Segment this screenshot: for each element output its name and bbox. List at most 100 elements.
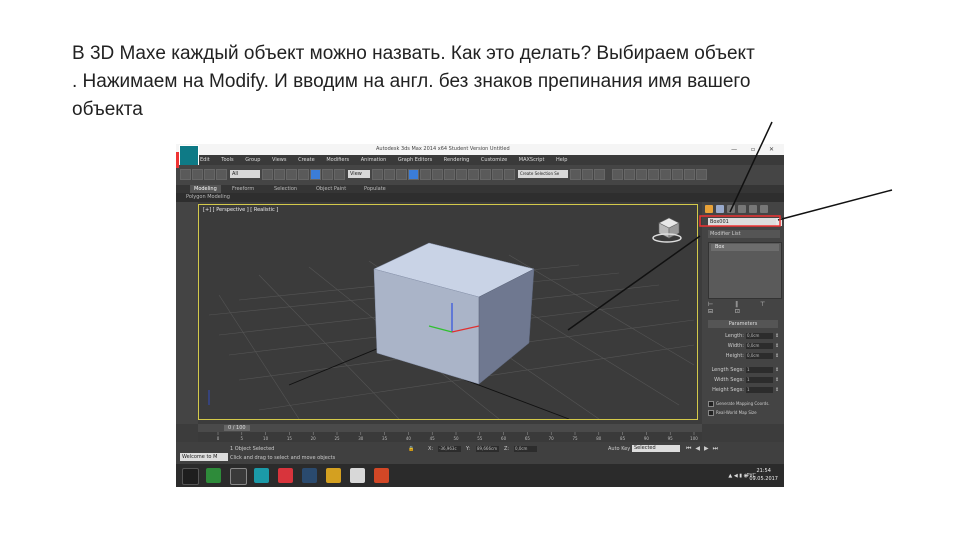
param-height-segs-input[interactable]: 1 [746, 387, 773, 393]
material-editor-icon[interactable] [570, 169, 581, 180]
menu-tools[interactable]: Tools [221, 157, 233, 163]
edit-named-sel-icon[interactable] [444, 169, 455, 180]
tab-modeling[interactable]: Modeling [190, 185, 221, 193]
stack-item-box[interactable]: Box [711, 244, 779, 251]
param-width-segs-input[interactable]: 1 [746, 377, 773, 383]
modifier-stack[interactable]: Box [708, 242, 782, 299]
rect-selection-icon[interactable] [286, 169, 297, 180]
param-length-input[interactable]: 0,0cm [746, 333, 773, 339]
menu-create[interactable]: Create [298, 157, 315, 163]
menu-views[interactable]: Views [272, 157, 286, 163]
powerpoint-icon[interactable] [374, 468, 389, 483]
curve-editor-icon[interactable] [492, 169, 503, 180]
menu-modifiers[interactable]: Modifiers [326, 157, 349, 163]
lock-icon[interactable]: 🔒 [408, 446, 414, 452]
menu-graph-editors[interactable]: Graph Editors [398, 157, 432, 163]
y-coordinate[interactable]: 89,666cm [476, 446, 499, 452]
time-slider-thumb[interactable]: 0 / 100 [224, 425, 250, 431]
tab-selection[interactable]: Selection [274, 185, 297, 193]
scene-explorer-icon[interactable] [636, 169, 647, 180]
snap-icon[interactable] [396, 169, 407, 180]
align-icon[interactable] [468, 169, 479, 180]
render-production-icon[interactable] [612, 169, 623, 180]
menu-group[interactable]: Group [245, 157, 260, 163]
named-selection-set[interactable]: Create Selection Se [518, 170, 568, 178]
teapot-icon[interactable] [624, 169, 635, 180]
unlink-icon[interactable] [216, 169, 227, 180]
menu-edit[interactable]: Edit [200, 157, 210, 163]
motion-tab-icon[interactable] [738, 205, 746, 213]
spinner-snap-icon[interactable] [432, 169, 443, 180]
spinner-icon[interactable]: ⇕ [775, 376, 779, 384]
mirror-icon[interactable] [456, 169, 467, 180]
select-by-name-icon[interactable] [274, 169, 285, 180]
angle-snap-icon[interactable] [408, 169, 419, 180]
move-icon[interactable] [310, 169, 321, 180]
tab-object-paint[interactable]: Object Paint [316, 185, 346, 193]
start-icon[interactable] [182, 468, 199, 485]
viewcube-icon[interactable] [647, 211, 687, 251]
z-coordinate[interactable]: 0,0cm [514, 446, 537, 452]
environment-icon[interactable] [660, 169, 671, 180]
polygon-modeling-label[interactable]: Polygon Modeling [186, 193, 230, 202]
generate-mapping-checkbox[interactable]: Generate Mapping Coords. [708, 400, 782, 408]
tray-icons[interactable]: ▲ ◀ ▮ ◉ [728, 473, 748, 479]
menu-help[interactable]: Help [556, 157, 567, 163]
track-bar[interactable]: 0 5 10 15 20 25 30 35 40 45 50 55 60 65 70 75 80 85 90 95 10… [198, 432, 702, 442]
max-app-icon[interactable] [254, 468, 269, 483]
select-object-icon[interactable] [262, 169, 273, 180]
autokey-label[interactable]: Auto Key [608, 446, 630, 452]
menu-animation[interactable]: Animation [361, 157, 387, 163]
param-length-segs-input[interactable]: 1 [746, 367, 773, 373]
scale-icon[interactable] [334, 169, 345, 180]
render-iterative-icon[interactable] [648, 169, 659, 180]
yandex-icon[interactable] [278, 468, 293, 483]
view-dropdown[interactable]: View [348, 170, 370, 178]
taskbar-clock[interactable]: 21:54 09.05.2017 [749, 467, 778, 483]
redo-icon[interactable] [192, 169, 203, 180]
time-slider[interactable]: 0 / 100 [198, 424, 702, 432]
schematic-icon[interactable] [504, 169, 515, 180]
undo-icon[interactable] [180, 169, 191, 180]
excel-icon[interactable] [206, 468, 221, 483]
explorer-icon[interactable] [326, 468, 341, 483]
modify-tab-icon[interactable] [716, 205, 724, 213]
param-width-input[interactable]: 0,0cm [746, 343, 773, 349]
app-vk-icon[interactable] [230, 468, 247, 485]
stack-buttons[interactable]: ⊢ ‖ ⊤ ⊟ ⊡ [708, 301, 780, 315]
spinner-icon[interactable]: ⇕ [775, 386, 779, 394]
create-tab-icon[interactable] [705, 205, 713, 213]
parameters-rollout-title[interactable]: Parameters [708, 320, 778, 328]
x-coordinate[interactable]: -36,963c [438, 446, 461, 452]
menu-rendering[interactable]: Rendering [444, 157, 470, 163]
render-message-icon[interactable] [684, 169, 695, 180]
percent-snap-icon[interactable] [420, 169, 431, 180]
perspective-viewport[interactable]: [+] [ Perspective ] [ Realistic ] [198, 204, 698, 420]
hierarchy-tab-icon[interactable] [727, 205, 735, 213]
param-height-input[interactable]: 0,0cm [746, 353, 773, 359]
checkbox-box[interactable] [708, 410, 714, 416]
spinner-icon[interactable]: ⇕ [775, 352, 779, 360]
tab-freeform[interactable]: Freeform [232, 185, 254, 193]
pivot-icon[interactable] [372, 169, 383, 180]
selection-filter-dropdown[interactable]: All [230, 170, 260, 178]
display-tab-icon[interactable] [749, 205, 757, 213]
modifier-list-dropdown[interactable]: Modifier List [708, 230, 780, 238]
steam-icon[interactable] [302, 468, 317, 483]
utilities-tab-icon[interactable] [760, 205, 768, 213]
object-color-swatch[interactable] [776, 218, 782, 226]
spinner-icon[interactable]: ⇕ [775, 366, 779, 374]
window-controls[interactable]: — ▫ ✕ [731, 144, 780, 155]
effects-icon[interactable] [672, 169, 683, 180]
rendered-frame-icon[interactable] [594, 169, 605, 180]
word-icon[interactable] [350, 468, 365, 483]
layer-icon[interactable] [480, 169, 491, 180]
menu-customize[interactable]: Customize [481, 157, 507, 163]
maxscript-listener[interactable]: Welcome to M [180, 453, 228, 461]
window-crossing-icon[interactable] [298, 169, 309, 180]
tab-populate[interactable]: Populate [364, 185, 386, 193]
manipulate-icon[interactable] [384, 169, 395, 180]
real-world-map-checkbox[interactable]: Real-World Map Size [708, 409, 782, 417]
checkbox-box[interactable] [708, 401, 714, 407]
activeshade-icon[interactable] [696, 169, 707, 180]
